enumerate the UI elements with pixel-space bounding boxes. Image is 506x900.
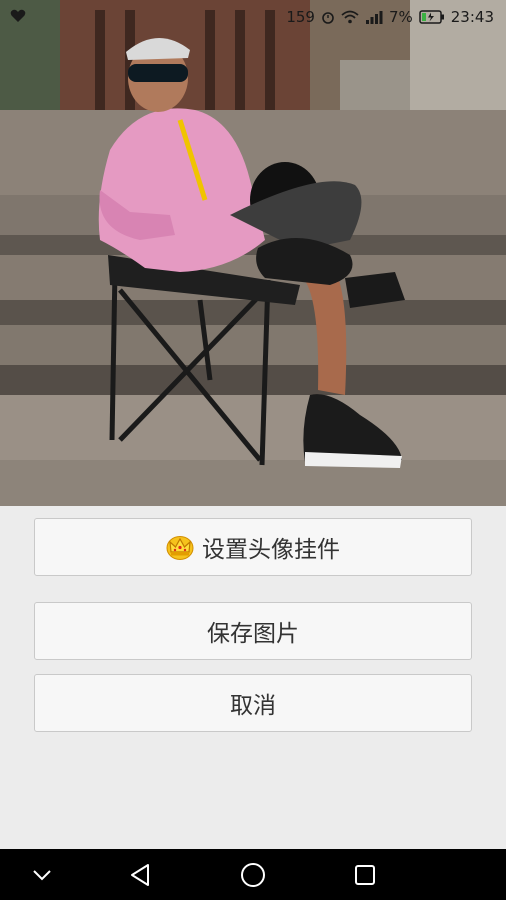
- navigation-bar: [0, 849, 506, 900]
- clock-time: 23:43: [450, 8, 494, 26]
- network-speed-text: 159: [286, 8, 315, 26]
- set-avatar-pendant-label: 设置头像挂件: [202, 537, 340, 563]
- cancel-button[interactable]: 取消: [34, 674, 472, 732]
- action-sheet: 设置头像挂件 保存图片 取消: [0, 506, 506, 849]
- signal-icon: [365, 11, 383, 24]
- recent-apps-icon: [355, 864, 375, 885]
- save-picture-button[interactable]: 保存图片: [34, 602, 472, 660]
- battery-percent-text: 7%: [388, 8, 413, 26]
- photo-preview: [0, 0, 506, 506]
- crown-icon: [166, 536, 194, 560]
- home-button[interactable]: [233, 849, 273, 900]
- photo-image: [0, 0, 506, 506]
- status-bar: 159 7% 23:43: [0, 0, 506, 34]
- wifi-icon: [341, 10, 359, 24]
- hide-keyboard-icon: [33, 869, 51, 880]
- back-icon: [131, 863, 149, 886]
- battery-icon: [419, 10, 444, 24]
- back-button[interactable]: [120, 849, 160, 900]
- alarm-icon: [322, 12, 334, 24]
- home-icon: [241, 862, 265, 887]
- hide-keyboard-button[interactable]: [22, 849, 62, 900]
- save-picture-label: 保存图片: [207, 621, 299, 647]
- recent-apps-button[interactable]: [345, 849, 385, 900]
- cancel-label: 取消: [230, 693, 276, 719]
- screen: 159 7% 23:43 设置头像挂件 保存图片 取消: [0, 0, 506, 900]
- notification-heart-icon: [10, 9, 26, 22]
- status-right-cluster: 159 7% 23:43: [286, 7, 494, 27]
- set-avatar-pendant-button[interactable]: 设置头像挂件: [34, 518, 472, 576]
